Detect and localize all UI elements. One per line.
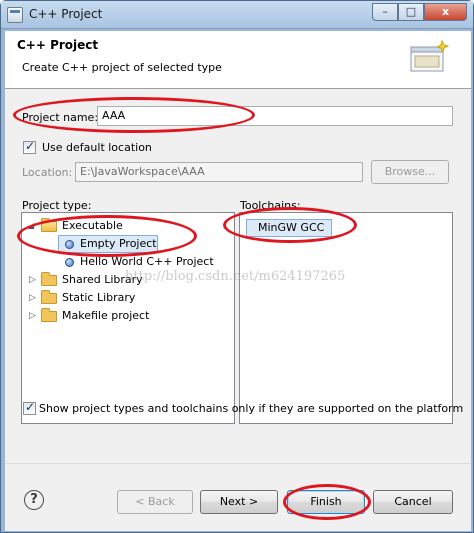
project-type-label: Project type: bbox=[22, 199, 92, 212]
maximize-button[interactable]: □ bbox=[398, 3, 424, 21]
close-button[interactable]: x bbox=[424, 3, 467, 21]
window-title: C++ Project bbox=[29, 7, 103, 21]
tree-item-label: Makefile project bbox=[62, 309, 150, 322]
annotation-ellipse-project-name bbox=[13, 97, 255, 133]
button-bar-separator bbox=[5, 463, 471, 464]
annotation-ellipse-finish bbox=[283, 484, 371, 520]
location-label: Location: bbox=[22, 166, 73, 179]
folder-icon bbox=[41, 272, 57, 286]
tree-item-static-library[interactable]: ▷ Static Library bbox=[22, 290, 232, 307]
collapse-arrow-icon[interactable]: ▷ bbox=[29, 272, 36, 288]
annotation-ellipse-project-type bbox=[17, 215, 197, 257]
folder-icon bbox=[41, 308, 57, 322]
help-icon[interactable]: ? bbox=[24, 490, 44, 510]
folder-icon bbox=[41, 290, 57, 304]
tree-item-label: Static Library bbox=[62, 291, 136, 304]
wizard-header: C++ Project Create C++ project of select… bbox=[5, 31, 471, 89]
cancel-button[interactable]: Cancel bbox=[373, 490, 453, 514]
back-button[interactable]: < Back bbox=[117, 490, 193, 514]
watermark-text: http://blog.csdn.net/m624197265 bbox=[125, 269, 346, 284]
page-title: C++ Project bbox=[17, 38, 99, 52]
use-default-location-label: Use default location bbox=[42, 141, 152, 154]
window-controls: – □ x bbox=[372, 3, 467, 21]
show-supported-only-label: Show project types and toolchains only i… bbox=[39, 402, 464, 415]
minimize-button[interactable]: – bbox=[372, 3, 398, 21]
wizard-window: C++ Project – □ x C++ Project Create C++… bbox=[0, 0, 474, 533]
new-project-wizard-icon bbox=[410, 39, 449, 72]
browse-button[interactable]: Browse... bbox=[371, 160, 449, 184]
page-description: Create C++ project of selected type bbox=[22, 61, 222, 74]
collapse-arrow-icon[interactable]: ▷ bbox=[29, 308, 36, 324]
annotation-ellipse-toolchain bbox=[223, 207, 357, 243]
collapse-arrow-icon[interactable]: ▷ bbox=[29, 290, 36, 306]
toolchains-list[interactable]: MinGW GCC bbox=[239, 212, 453, 424]
use-default-location-checkbox[interactable] bbox=[23, 139, 36, 154]
window-app-icon bbox=[7, 7, 23, 23]
next-button[interactable]: Next > bbox=[200, 490, 278, 514]
project-template-icon bbox=[65, 258, 74, 267]
tree-item-makefile-project[interactable]: ▷ Makefile project bbox=[22, 308, 232, 325]
wizard-client-area: C++ Project Create C++ project of select… bbox=[5, 31, 471, 531]
title-bar[interactable]: C++ Project – □ x bbox=[1, 1, 473, 29]
show-supported-only-checkbox[interactable] bbox=[23, 400, 36, 415]
location-input[interactable]: E:\JavaWorkspace\AAA bbox=[75, 162, 363, 182]
